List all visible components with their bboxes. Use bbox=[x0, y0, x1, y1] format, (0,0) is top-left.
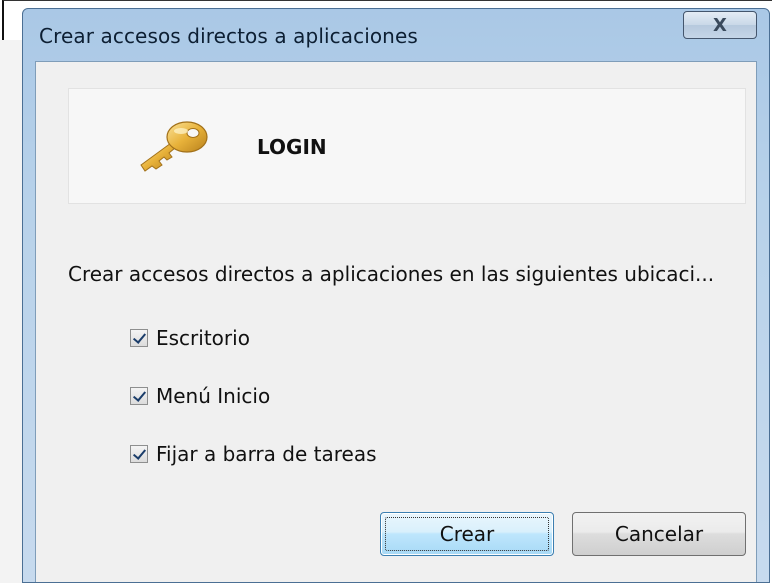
option-pin-taskbar[interactable]: Fijar a barra de tareas bbox=[130, 442, 377, 466]
desktop-checkbox[interactable] bbox=[130, 329, 148, 347]
close-button[interactable]: X bbox=[683, 11, 757, 39]
dialog-body: LOGIN Crear accesos directos a aplicacio… bbox=[35, 61, 757, 582]
instruction-text: Crear accesos directos a aplicaciones en… bbox=[68, 262, 715, 286]
background-window-edge bbox=[0, 40, 22, 583]
pin-taskbar-label[interactable]: Fijar a barra de tareas bbox=[156, 442, 377, 466]
pin-taskbar-checkbox[interactable] bbox=[130, 445, 148, 463]
key-icon bbox=[140, 121, 208, 172]
cancel-button[interactable]: Cancelar bbox=[572, 512, 746, 556]
cancel-button-label: Cancelar bbox=[614, 522, 704, 546]
option-desktop[interactable]: Escritorio bbox=[130, 326, 250, 350]
dialog-window: Crear accesos directos a aplicaciones X bbox=[22, 8, 770, 583]
app-info-panel: LOGIN bbox=[68, 88, 746, 204]
start-menu-label[interactable]: Menú Inicio bbox=[156, 384, 270, 408]
desktop-label[interactable]: Escritorio bbox=[156, 326, 250, 350]
close-icon: X bbox=[713, 14, 727, 36]
window-title: Crear accesos directos a aplicaciones bbox=[39, 24, 418, 48]
create-button[interactable]: Crear bbox=[380, 512, 554, 556]
focus-rectangle bbox=[385, 517, 549, 551]
start-menu-checkbox[interactable] bbox=[130, 387, 148, 405]
app-name: LOGIN bbox=[257, 135, 327, 159]
title-bar[interactable]: Crear accesos directos a aplicaciones X bbox=[23, 9, 769, 61]
option-start-menu[interactable]: Menú Inicio bbox=[130, 384, 270, 408]
